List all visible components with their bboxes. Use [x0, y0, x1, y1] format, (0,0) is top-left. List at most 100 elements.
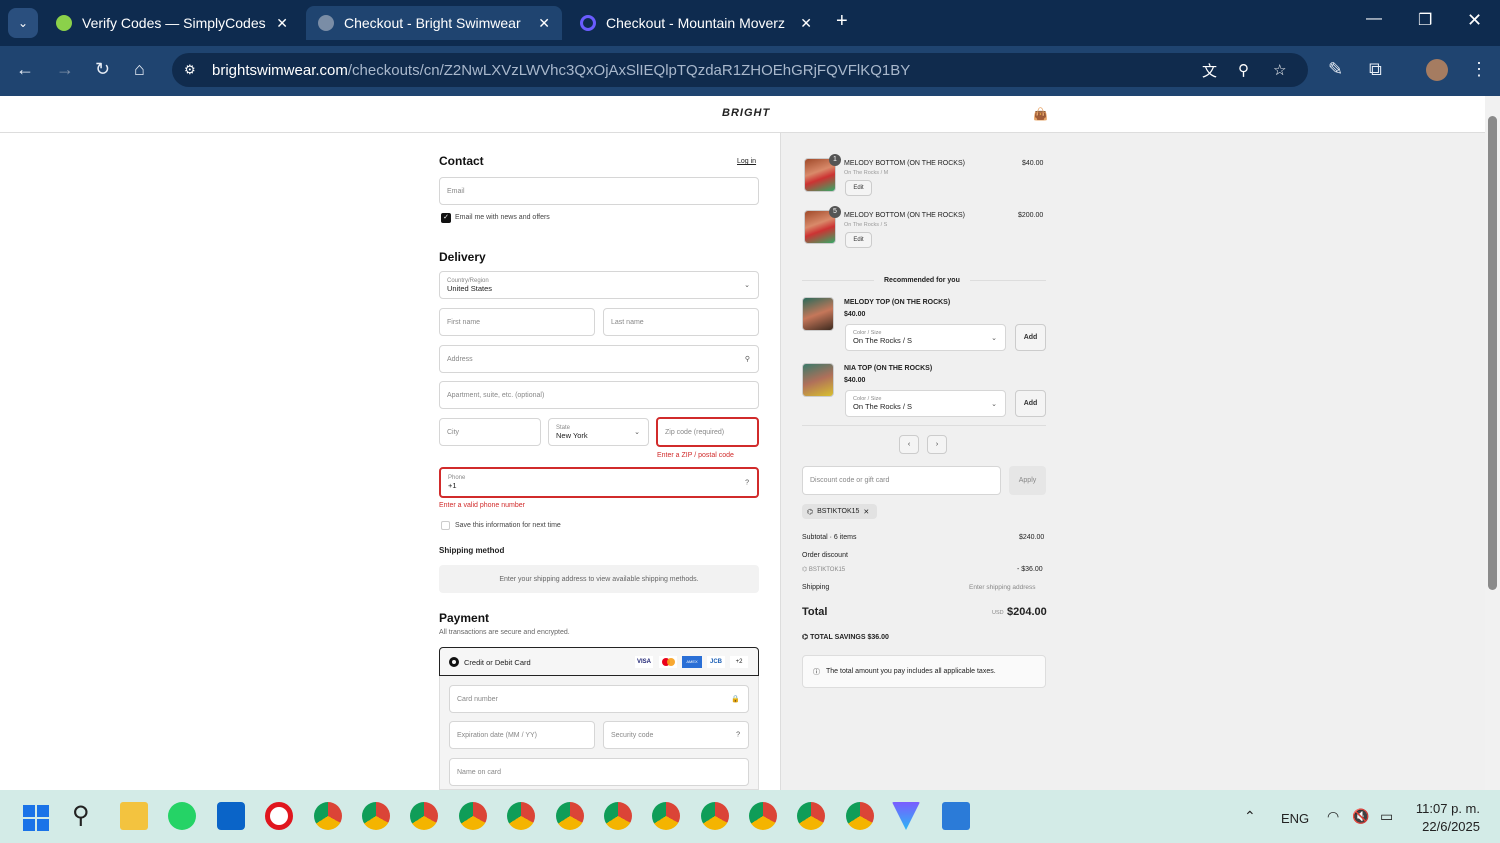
- zoom-icon[interactable]: ⚲: [1238, 61, 1249, 79]
- email-field[interactable]: Email: [439, 177, 759, 205]
- zip-field[interactable]: Zip code (required): [656, 417, 759, 447]
- address-bar[interactable]: ⚙ brightswimwear.com/checkouts/cn/Z2NwLX…: [172, 53, 1308, 87]
- city-field[interactable]: City: [439, 418, 541, 446]
- chrome-icon[interactable]: [846, 802, 874, 830]
- help-icon[interactable]: ?: [745, 479, 749, 486]
- tray-chevron-up-icon[interactable]: ⌃: [1244, 808, 1256, 825]
- discount-tag: ⌬ BSTIKTOK15 ✕: [802, 504, 877, 519]
- state-select[interactable]: State New York ⌄: [548, 418, 649, 446]
- remove-discount-icon[interactable]: ✕: [863, 508, 869, 516]
- restore-button[interactable]: ❐: [1418, 10, 1432, 30]
- discount-input[interactable]: Discount code or gift card: [802, 466, 1001, 495]
- site-info-icon[interactable]: ⚙: [184, 62, 196, 78]
- reload-icon[interactable]: ↻: [95, 59, 110, 80]
- tab-simplycodes[interactable]: Verify Codes — SimplyCodes ✕: [44, 6, 300, 40]
- file-explorer-icon[interactable]: [120, 802, 148, 830]
- tab-search-button[interactable]: ⌄: [8, 8, 38, 38]
- language-indicator[interactable]: ENG: [1281, 811, 1309, 826]
- globe-icon: [318, 15, 334, 31]
- whatsapp-icon[interactable]: [168, 802, 196, 830]
- add-button[interactable]: Add: [1015, 390, 1046, 417]
- chrome-icon[interactable]: [410, 802, 438, 830]
- card-number-field[interactable]: Card number 🔒: [449, 685, 749, 713]
- opera-icon[interactable]: [265, 802, 293, 830]
- item-variant: On The Rocks / M: [844, 170, 889, 176]
- name-on-card-field[interactable]: Name on card: [449, 758, 749, 786]
- apply-button[interactable]: Apply: [1009, 466, 1046, 495]
- chrome-icon[interactable]: [701, 802, 729, 830]
- quantity-badge: 1: [829, 154, 841, 166]
- battery-icon[interactable]: ▭: [1380, 808, 1393, 825]
- close-tab-icon[interactable]: ✕: [800, 15, 812, 32]
- shipping-value: Enter shipping address: [969, 584, 1036, 591]
- newsletter-checkbox[interactable]: ✓: [441, 213, 451, 223]
- scrollbar-thumb[interactable]: [1488, 116, 1497, 590]
- radio-selected[interactable]: [449, 657, 459, 667]
- edit-item-button[interactable]: Edit: [845, 180, 872, 196]
- recommended-name: NIA TOP (ON THE ROCKS): [844, 365, 933, 372]
- back-icon[interactable]: ←: [16, 59, 34, 80]
- clock[interactable]: 11:07 p. m. 22/6/2025: [1414, 801, 1480, 834]
- extensions-icon[interactable]: ⧉: [1369, 59, 1382, 80]
- add-button[interactable]: Add: [1015, 324, 1046, 351]
- search-icon[interactable]: ⚲: [72, 801, 90, 830]
- security-code-field[interactable]: Security code?: [603, 721, 749, 749]
- chrome-icon[interactable]: [556, 802, 584, 830]
- forward-icon[interactable]: →: [56, 59, 74, 80]
- contact-heading: Contact: [439, 154, 484, 168]
- profile-avatar[interactable]: [1426, 59, 1448, 81]
- variant-select[interactable]: Color / Size On The Rocks / S ⌄: [845, 390, 1006, 417]
- chrome-icon[interactable]: [314, 802, 342, 830]
- close-window-button[interactable]: ✕: [1467, 10, 1482, 31]
- save-info-checkbox[interactable]: [441, 521, 450, 530]
- chrome-icon[interactable]: [507, 802, 535, 830]
- chrome-icon[interactable]: [797, 802, 825, 830]
- apartment-field[interactable]: Apartment, suite, etc. (optional): [439, 381, 759, 409]
- product-image: [802, 363, 834, 397]
- mastercard-icon: [659, 656, 677, 668]
- chrome-icon[interactable]: [652, 802, 680, 830]
- help-icon[interactable]: ?: [736, 732, 740, 739]
- store-logo[interactable]: BRIGHT: [722, 107, 770, 119]
- translate-icon[interactable]: 文: [1202, 60, 1217, 81]
- start-button[interactable]: [23, 805, 49, 831]
- tab-bright-swimwear[interactable]: Checkout - Bright Swimwear ✕: [306, 6, 562, 40]
- home-icon[interactable]: ⌂: [134, 59, 145, 80]
- muted-speaker-icon[interactable]: 🔇: [1352, 808, 1369, 825]
- chevron-down-icon: ⌄: [991, 334, 997, 342]
- variant-select[interactable]: Color / Size On The Rocks / S ⌄: [845, 324, 1006, 351]
- carousel-prev-button[interactable]: ‹: [899, 435, 919, 454]
- tab-mountain-moverz[interactable]: Checkout - Mountain Moverz ✕: [568, 6, 824, 40]
- moverz-icon: [580, 15, 596, 31]
- new-tab-button[interactable]: +: [836, 10, 848, 33]
- carousel-next-button[interactable]: ›: [927, 435, 947, 454]
- edit-icon[interactable]: ✎: [1328, 59, 1343, 80]
- country-select[interactable]: Country/Region United States ⌄: [439, 271, 759, 299]
- minimize-button[interactable]: —: [1366, 10, 1382, 28]
- cart-bag-icon[interactable]: 👜: [1033, 107, 1048, 121]
- order-summary: [781, 133, 1485, 790]
- item-variant: On The Rocks / S: [844, 222, 888, 228]
- card-payment-option[interactable]: Credit or Debit Card VISA AMEX JCB +2: [439, 647, 759, 676]
- address-field[interactable]: Address ⚲: [439, 345, 759, 373]
- first-name-field[interactable]: First name: [439, 308, 595, 336]
- expiry-field[interactable]: Expiration date (MM / YY): [449, 721, 595, 749]
- close-tab-icon[interactable]: ✕: [538, 15, 550, 32]
- edit-item-button[interactable]: Edit: [845, 232, 872, 248]
- chrome-icon[interactable]: [604, 802, 632, 830]
- last-name-field[interactable]: Last name: [603, 308, 759, 336]
- outlook-icon[interactable]: [217, 802, 245, 830]
- notepad-icon[interactable]: [942, 802, 970, 830]
- subtotal-value: $240.00: [1019, 534, 1045, 541]
- close-tab-icon[interactable]: ✕: [276, 15, 288, 32]
- chrome-icon[interactable]: [362, 802, 390, 830]
- login-link[interactable]: Log in: [737, 158, 756, 165]
- wifi-icon[interactable]: ◠: [1327, 808, 1339, 825]
- bookmark-star-icon[interactable]: ☆: [1273, 61, 1286, 79]
- jcb-icon: JCB: [707, 656, 725, 668]
- recommended-price: $40.00: [844, 311, 866, 318]
- chrome-icon[interactable]: [749, 802, 777, 830]
- menu-icon[interactable]: ⋮: [1470, 59, 1488, 80]
- chrome-icon[interactable]: [459, 802, 487, 830]
- phone-field[interactable]: Phone +1?: [439, 467, 759, 498]
